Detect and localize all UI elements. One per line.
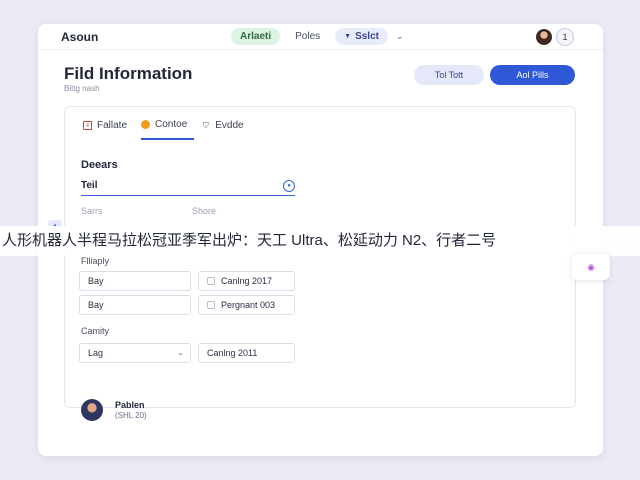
field-label-right: Shore <box>192 206 217 216</box>
tab-label: Fallate <box>97 120 128 131</box>
nav-select-label: Sslct <box>355 31 379 42</box>
tab-bar: ≡ Fallate Contoe ⛉ Evdde <box>83 115 258 140</box>
group-label-2: Camity <box>81 326 110 336</box>
notification-count-badge[interactable]: 1 <box>556 28 574 46</box>
tab-fallate[interactable]: ≡ Fallate <box>83 115 134 140</box>
triangle-down-icon: ▼ <box>344 33 352 40</box>
nav-select[interactable]: ▼ Sslct <box>335 28 388 45</box>
checkbox-label: Canlng 2017 <box>221 276 273 286</box>
top-nav: Arlaeti Poles ▼ Sslct ⌄ <box>231 28 404 45</box>
checkbox[interactable] <box>207 301 215 309</box>
primary-button[interactable]: Aol Pills <box>490 65 575 85</box>
tab-contoe[interactable]: Contoe <box>141 115 195 140</box>
chevron-down-icon: ⌄ <box>177 348 184 357</box>
page-subtitle: Bittg nash <box>64 84 100 93</box>
person-meta: (SHL 20) <box>115 411 147 420</box>
tab-label: Contoe <box>155 119 188 130</box>
date-field[interactable]: Canlng 2011 <box>198 343 295 363</box>
checkbox-field-row1[interactable]: Canlng 2017 <box>198 271 295 291</box>
dropdown-value: Lag <box>88 348 104 358</box>
secondary-button[interactable]: Tol Tott <box>414 65 484 85</box>
top-bar: Asoun Arlaeti Poles ▼ Sslct ⌄ 1 <box>38 24 603 50</box>
floating-action-button[interactable]: ◉ <box>572 254 610 280</box>
tab-evdde[interactable]: ⛉ Evdde <box>201 115 250 140</box>
person-avatar <box>81 399 103 421</box>
date-value: Canlng 2011 <box>207 348 258 358</box>
shield-icon: ⛉ <box>202 121 209 130</box>
text-field-row1-left[interactable]: Bay <box>79 271 191 291</box>
form-card: ≡ Fallate Contoe ⛉ Evdde Deears Teil ● S… <box>64 106 576 421</box>
field-value: Bay <box>88 276 104 286</box>
field-label-left: Sarrs <box>81 206 103 216</box>
tab-label: Evdde <box>215 120 244 131</box>
info-icon[interactable]: ● <box>283 180 295 192</box>
text-field-row2-left[interactable]: Bay <box>79 295 191 315</box>
checkbox-field-row2[interactable]: Pergnant 003 <box>198 295 295 315</box>
main-input-value: Teil <box>81 180 98 191</box>
user-avatar[interactable] <box>536 29 552 45</box>
group-label-1: Flliaply <box>81 256 110 266</box>
news-ticker-banner: 人形机器人半程马拉松冠亚季军出炉：天工 Ultra、松延动力 N2、行者二号 <box>0 226 640 256</box>
checkbox-label: Pergnant 003 <box>221 300 276 310</box>
dropdown-select[interactable]: Lag ⌄ <box>79 343 191 363</box>
chevron-down-icon[interactable]: ⌄ <box>396 31 404 42</box>
dot-icon <box>141 120 151 129</box>
nav-item-active[interactable]: Arlaeti <box>231 28 281 45</box>
nav-item-poles[interactable]: Poles <box>286 28 329 45</box>
document-icon: ≡ <box>83 121 92 130</box>
main-text-input[interactable]: Teil ● <box>81 178 295 196</box>
section-title: Deears <box>81 159 118 171</box>
person-name: Pablen <box>115 400 145 410</box>
checkbox[interactable] <box>207 277 215 285</box>
brand-logo[interactable]: Asoun <box>61 30 98 44</box>
page-title: Fild Information <box>64 64 193 83</box>
field-value: Bay <box>88 300 104 310</box>
